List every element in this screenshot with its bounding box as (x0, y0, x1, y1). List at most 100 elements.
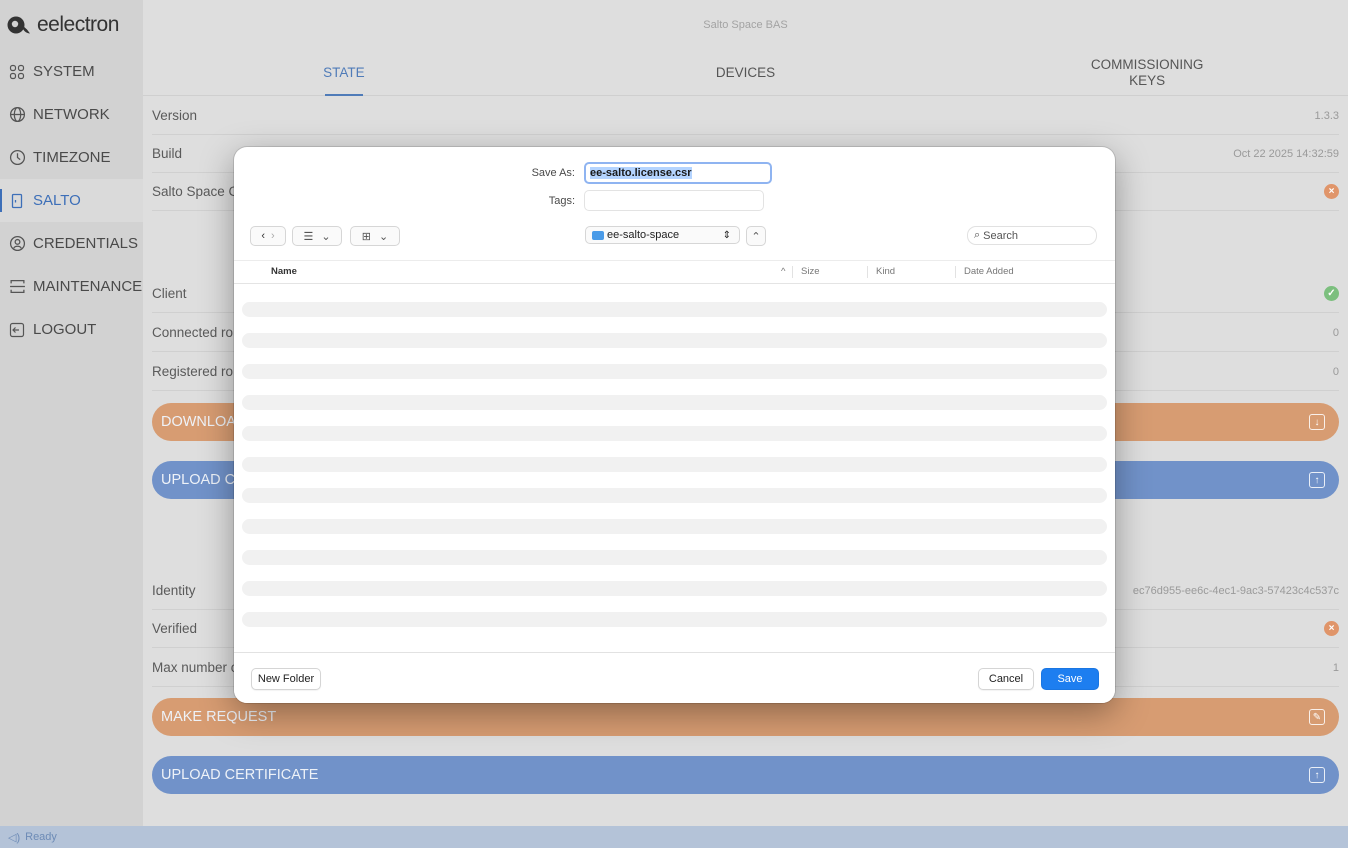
column-divider (867, 266, 868, 278)
sidebar-item-label: NETWORK (33, 106, 110, 123)
sidebar-item-label: SYSTEM (33, 63, 95, 80)
list-row-placeholder (242, 395, 1107, 410)
grid-icon (8, 63, 26, 81)
sidebar-item-label: LOGOUT (33, 321, 97, 338)
row-value: 1 (1332, 661, 1339, 674)
globe-icon (8, 106, 26, 124)
row-value: ec76d955-ee6c-4ec1-9ac3-57423c4c537c (1132, 584, 1339, 597)
button-label: UPLOAD C (161, 472, 236, 488)
brand-name: eelectron (37, 13, 119, 36)
column-name[interactable]: Name (271, 261, 297, 283)
speaker-icon: ◁) (8, 831, 21, 844)
column-date-added[interactable]: Date Added (964, 261, 1014, 283)
row-label: Max number o (152, 660, 239, 675)
folder-location-select[interactable]: ee-salto-space ⇕ (585, 226, 740, 244)
tab-devices[interactable]: DEVICES (545, 50, 947, 95)
list-row-placeholder (242, 488, 1107, 503)
sidebar-item-credentials[interactable]: CREDENTIALS (0, 222, 143, 265)
save-button[interactable]: Save (1041, 668, 1099, 690)
save-as-label: Save As: (531, 167, 575, 179)
button-label: UPLOAD CERTIFICATE (161, 767, 319, 783)
sidebar-item-timezone[interactable]: TIMEZONE (0, 136, 143, 179)
filename-base: ee-salto.license (590, 167, 672, 179)
list-row-placeholder (242, 519, 1107, 534)
sidebar-item-network[interactable]: NETWORK (0, 93, 143, 136)
make-request-button[interactable]: MAKE REQUEST ✎ (152, 698, 1339, 736)
list-view-button[interactable]: ☰ ⌄ (292, 226, 342, 246)
sidebar-item-label: SALTO (33, 192, 81, 209)
row-value: 0 (1332, 365, 1339, 378)
folder-name: ee-salto-space (607, 229, 680, 241)
new-folder-button[interactable]: New Folder (251, 668, 321, 690)
upload-certificate-button[interactable]: UPLOAD CERTIFICATE ↑ (152, 756, 1339, 794)
chevron-up-icon: ⌃ (751, 230, 761, 243)
error-status-icon: × (1324, 621, 1339, 636)
row-label: Verified (152, 621, 198, 636)
list-row-placeholder (242, 364, 1107, 379)
file-list (242, 302, 1107, 643)
chevron-down-icon: ⌄ (321, 230, 331, 243)
tags-field[interactable] (584, 190, 764, 211)
row-label: Identity (152, 583, 196, 598)
sidebar: eelectron SYSTEM NETWORK TIMEZONE SALTO … (0, 0, 143, 826)
updown-icon: ⇕ (722, 229, 731, 241)
search-input[interactable]: ⌕ Search (967, 226, 1097, 245)
row-label: Client (152, 286, 187, 301)
list-row-placeholder (242, 581, 1107, 596)
list-row-placeholder (242, 612, 1107, 627)
sidebar-item-salto[interactable]: SALTO (0, 179, 143, 222)
row-value: 0 (1332, 326, 1339, 339)
back-icon[interactable]: ‹ (261, 230, 265, 242)
filename-extension: .csr (671, 167, 692, 179)
row-value: 1.3.3 (1314, 109, 1339, 122)
list-row-placeholder (242, 550, 1107, 565)
edit-icon: ✎ (1309, 709, 1325, 725)
version-row: Version 1.3.3 (152, 97, 1339, 135)
save-dialog: Save As: ee-salto.license.csr Tags: ‹ › ☰… (234, 147, 1115, 703)
sidebar-item-maintenance[interactable]: MAINTENANCE (0, 265, 143, 308)
cancel-button[interactable]: Cancel (978, 668, 1034, 690)
row-label: Salto Space C (152, 184, 239, 199)
search-icon: ⌕ (974, 229, 981, 241)
tab-commissioning-keys[interactable]: COMMISSIONING KEYS (946, 50, 1348, 95)
search-placeholder: Search (983, 229, 1019, 242)
sidebar-item-label: CREDENTIALS (33, 235, 139, 252)
column-kind[interactable]: Kind (876, 261, 895, 283)
filename-field[interactable]: ee-salto.license.csr (584, 162, 772, 184)
row-value: Oct 22 2025 14:32:59 (1233, 147, 1339, 160)
sidebar-item-logout[interactable]: LOGOUT (0, 308, 143, 351)
sidebar-item-label: TIMEZONE (33, 149, 111, 166)
back-forward-buttons[interactable]: ‹ › (250, 226, 286, 246)
tab-label: COMMISSIONING KEYS (1090, 56, 1204, 88)
button-label: DOWNLOA (161, 414, 236, 430)
folder-icon (592, 230, 604, 240)
column-size[interactable]: Size (801, 261, 819, 283)
column-divider (955, 266, 956, 278)
list-row-placeholder (242, 302, 1107, 317)
dialog-toolbar: ‹ › ☰ ⌄ ⊞ ⌄ ee-salto-space ⇕ ⌃ ⌕ Search (234, 222, 1115, 248)
door-icon (8, 192, 26, 210)
forward-icon[interactable]: › (271, 230, 275, 242)
upload-icon: ↑ (1309, 767, 1325, 783)
tags-label: Tags: (548, 195, 575, 207)
brand-logo: eelectron (0, 0, 143, 50)
button-label: MAKE REQUEST (161, 709, 277, 725)
row-label: Registered ro (152, 364, 234, 379)
clock-icon (8, 149, 26, 167)
sidebar-item-system[interactable]: SYSTEM (0, 50, 143, 93)
badge-icon (8, 235, 26, 253)
sort-ascending-icon: ^ (781, 266, 786, 277)
wrench-icon (8, 278, 26, 296)
error-status-icon: × (1324, 184, 1339, 199)
grid-view-button[interactable]: ⊞ ⌄ (350, 226, 400, 246)
window-title: Salto Space BAS (703, 19, 788, 31)
column-divider (792, 266, 793, 278)
list-row-placeholder (242, 426, 1107, 441)
tab-state[interactable]: STATE (143, 50, 545, 96)
row-label: Connected ro (152, 325, 234, 340)
grid-view-icon: ⊞ (361, 230, 371, 243)
file-list-header: Name ^ Size Kind Date Added (234, 260, 1115, 284)
expand-toggle-button[interactable]: ⌃ (746, 226, 766, 246)
row-label: Version (152, 108, 198, 123)
row-label: Build (152, 146, 183, 161)
